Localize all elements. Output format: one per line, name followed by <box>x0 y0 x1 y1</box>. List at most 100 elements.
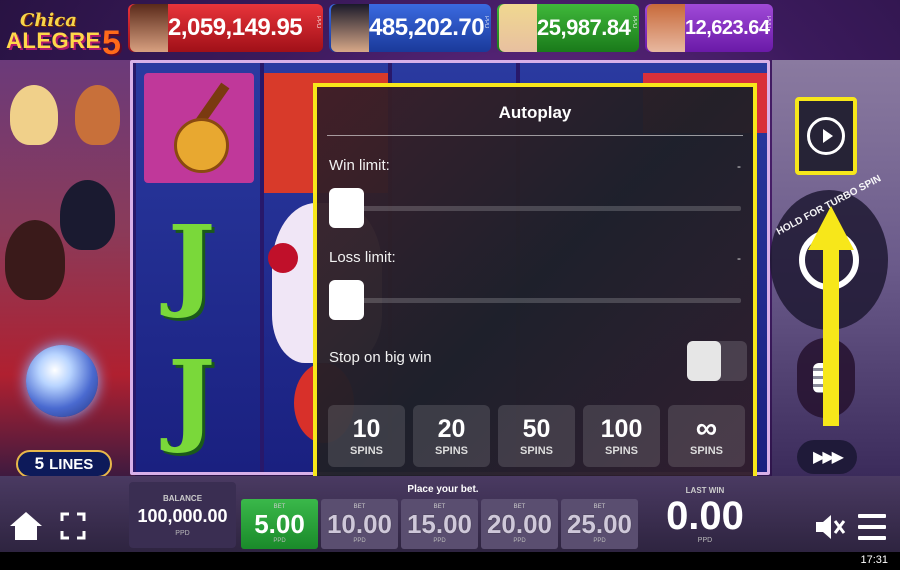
jackpot-3: 25,987.84 PPD <box>497 4 639 52</box>
jackpot-3-currency: PPD <box>631 16 637 29</box>
jackpot-2-avatar <box>331 4 369 52</box>
j-symbol: J <box>168 203 216 321</box>
logo-line2: ALEGRE <box>6 28 101 53</box>
lines-badge: 5 LINES <box>16 450 112 478</box>
infinity-icon: ∞ <box>695 412 718 445</box>
arrow-up-icon <box>808 206 854 426</box>
spins-value: 50 <box>522 415 551 443</box>
character-brunette <box>5 220 65 300</box>
jackpot-4-currency: PPD <box>765 16 771 29</box>
jackpot-2-value: 485,202.70 <box>369 14 485 41</box>
jackpot-3-value: 25,987.84 <box>537 15 631 40</box>
mute-icon[interactable] <box>814 512 846 542</box>
bet-currency: PPD <box>593 538 606 544</box>
bet-currency: PPD <box>433 538 446 544</box>
spins-infinite-button[interactable]: ∞ SPINS <box>668 405 745 467</box>
spins-unit: SPINS <box>604 445 638 457</box>
jackpot-4: 12,623.64 PPD <box>645 4 773 52</box>
bet-20-button[interactable]: BET 20.00 PPD <box>481 499 558 549</box>
jackpot-2: 485,202.70 PPD <box>329 4 491 52</box>
guitar-symbol <box>144 73 254 183</box>
j-symbol: J <box>168 338 216 456</box>
jackpot-1-avatar <box>130 4 168 52</box>
menu-icon[interactable] <box>858 514 886 540</box>
spin-count-options: 10 SPINS 20 SPINS 50 SPINS 100 SPINS ∞ S… <box>328 405 745 467</box>
bet-amount: 10.00 <box>326 509 393 539</box>
rose-symbol <box>268 243 298 273</box>
bet-currency: PPD <box>353 538 366 544</box>
jackpot-1-currency: PPD <box>315 16 321 29</box>
balance-display: BALANCE 100,000.00 PPD <box>129 482 236 548</box>
bet-currency: PPD <box>513 538 526 544</box>
bet-currency: PPD <box>273 538 286 544</box>
game-logo: Chica ALEGRE 5 <box>4 8 129 62</box>
crystal-ball <box>26 345 98 417</box>
spins-value: 20 <box>437 415 466 443</box>
lines-count: 5 <box>34 454 45 473</box>
spins-20-button[interactable]: 20 SPINS <box>413 405 490 467</box>
jackpot-4-value: 12,623.64 <box>685 16 770 39</box>
win-limit-track[interactable] <box>329 206 741 211</box>
system-status-bar: 17:31 <box>0 552 900 570</box>
bet-10-button[interactable]: BET 10.00 PPD <box>321 499 398 549</box>
bet-5-button[interactable]: BET 5.00 PPD <box>241 499 318 549</box>
character-redhead <box>75 85 120 145</box>
clock: 17:31 <box>860 554 888 566</box>
jackpot-4-avatar <box>647 4 685 52</box>
character-darkhair <box>60 180 115 250</box>
lines-label: LINES <box>49 455 94 473</box>
spins-unit: SPINS <box>519 445 553 457</box>
divider <box>327 135 743 136</box>
loss-limit-label: Loss limit: <box>329 249 396 266</box>
last-win-amount: 0.00 <box>666 494 744 538</box>
jackpot-3-avatar <box>499 4 537 52</box>
spins-value: 100 <box>600 415 643 443</box>
bet-amount: 5.00 <box>254 509 305 539</box>
bet-amount: 15.00 <box>406 509 473 539</box>
character-artwork <box>0 60 135 480</box>
autoplay-button[interactable] <box>795 97 857 175</box>
toggle-knob <box>687 341 721 381</box>
win-limit-value: - <box>737 159 741 173</box>
spins-unit: SPINS <box>434 445 468 457</box>
loss-limit-track[interactable] <box>329 298 741 303</box>
spins-10-button[interactable]: 10 SPINS <box>328 405 405 467</box>
last-win-display: LAST WIN 0.00 PPD <box>665 482 745 548</box>
loss-limit-value: - <box>737 251 741 265</box>
game-stage: 5 LINES Chica ALEGRE 5 2,059,149.95 PPD … <box>0 0 900 552</box>
win-limit-label: Win limit: <box>329 157 390 174</box>
stop-on-big-win-label: Stop on big win <box>329 349 432 366</box>
bet-selector: BET 5.00 PPD BET 10.00 PPD BET 15.00 PPD… <box>241 499 638 549</box>
spins-50-button[interactable]: 50 SPINS <box>498 405 575 467</box>
spins-unit: SPINS <box>349 445 383 457</box>
jackpot-2-currency: PPD <box>483 16 489 29</box>
autoplay-dialog: Autoplay Win limit: - Loss limit: - Stop… <box>313 83 757 481</box>
win-limit-slider-handle[interactable] <box>329 188 364 228</box>
turbo-button[interactable]: ▶▶▶ <box>797 440 857 474</box>
autoplay-icon <box>807 117 845 155</box>
bet-15-button[interactable]: BET 15.00 PPD <box>401 499 478 549</box>
bet-25-button[interactable]: BET 25.00 PPD <box>561 499 638 549</box>
autoplay-title: Autoplay <box>498 103 572 122</box>
last-win-currency: PPD <box>697 537 713 544</box>
fullscreen-icon[interactable] <box>60 512 86 540</box>
bet-amount: 25.00 <box>566 509 633 539</box>
loss-limit-slider-handle[interactable] <box>329 280 364 320</box>
spins-100-button[interactable]: 100 SPINS <box>583 405 660 467</box>
spins-value: 10 <box>352 415 381 443</box>
spins-unit: SPINS <box>689 445 723 457</box>
turbo-icon: ▶▶▶ <box>813 449 844 466</box>
place-bet-message: Place your bet. <box>407 484 479 495</box>
balance-caption: BALANCE <box>162 493 203 503</box>
character-blonde <box>10 85 58 145</box>
jackpot-1: 2,059,149.95 PPD <box>128 4 323 52</box>
logo-line3: 5 <box>102 24 121 62</box>
jackpot-bar: 2,059,149.95 PPD 485,202.70 PPD 25,987.8… <box>128 4 773 52</box>
jackpot-1-value: 2,059,149.95 <box>168 14 303 41</box>
balance-currency: PPD <box>175 529 190 537</box>
stop-on-big-win-toggle[interactable] <box>687 341 747 381</box>
home-icon[interactable] <box>8 510 44 542</box>
reel-1: J J <box>136 63 260 472</box>
balance-amount: 100,000.00 <box>137 505 228 526</box>
bet-amount: 20.00 <box>486 509 553 539</box>
